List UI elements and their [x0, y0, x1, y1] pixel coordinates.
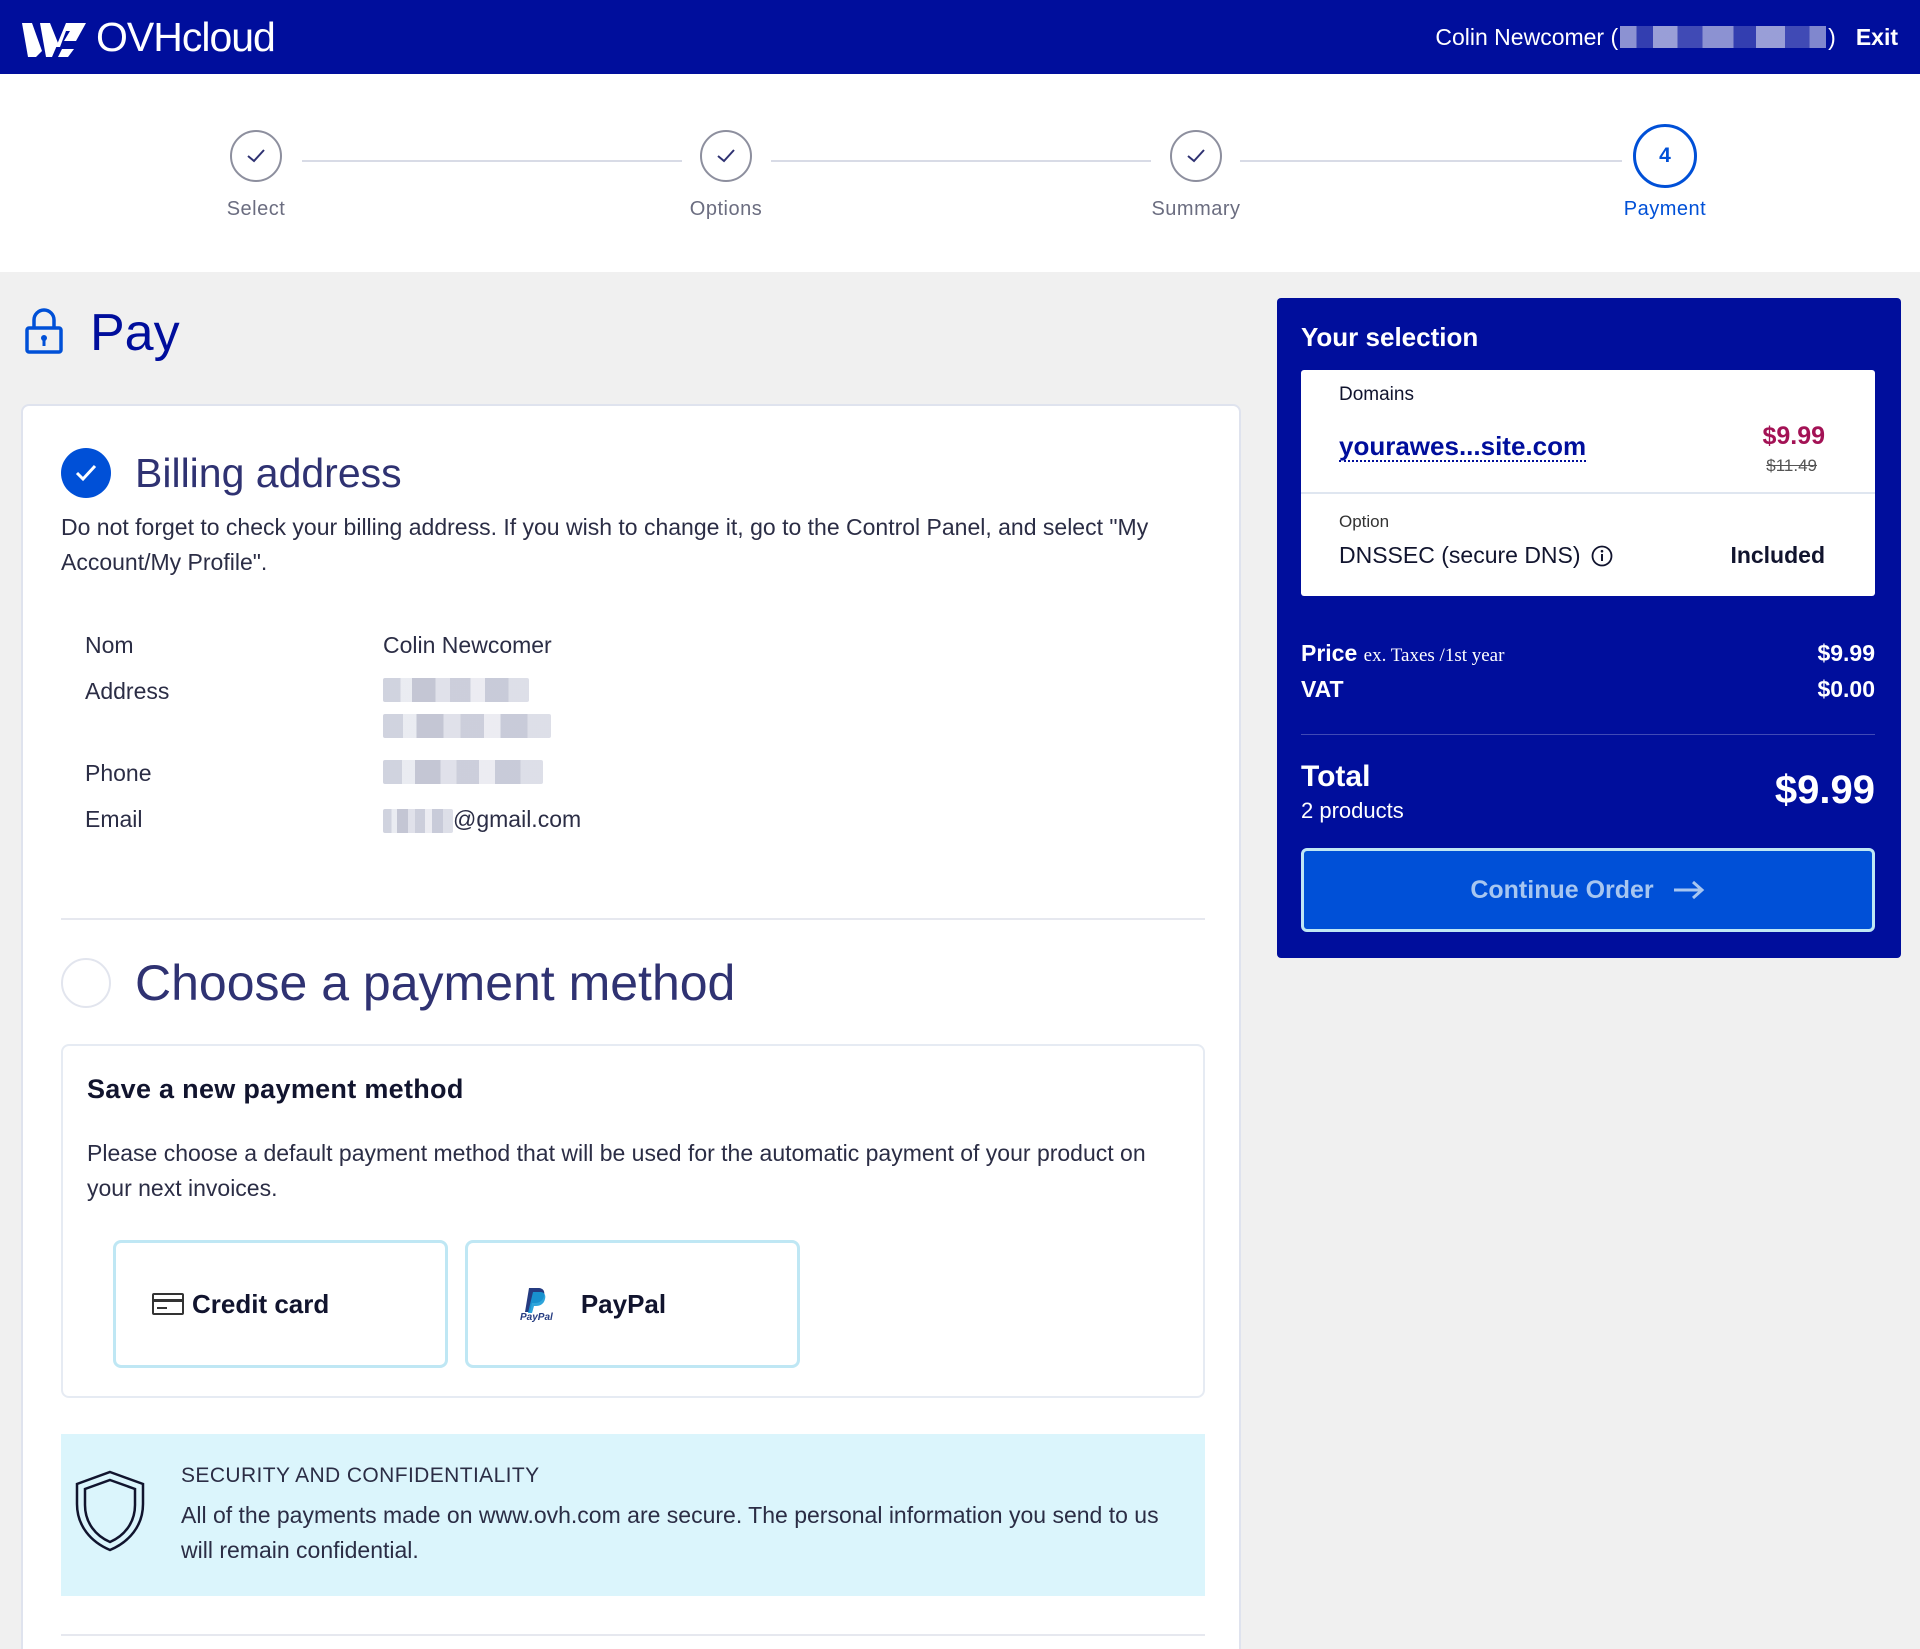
ovhcloud-logo[interactable]: OVHcloud	[22, 14, 275, 61]
option-value: Included	[1730, 542, 1825, 569]
email-domain: @gmail.com	[453, 806, 581, 832]
new-payment-method-box: Save a new payment method Please choose …	[61, 1044, 1205, 1398]
credit-card-icon	[152, 1292, 184, 1316]
section-divider	[61, 918, 1205, 920]
address-row: Address	[85, 678, 581, 760]
name-label: Nom	[85, 632, 383, 678]
phone-row: Phone	[85, 760, 581, 806]
selection-items-card: Domains yourawes...site.com $9.99 $11.49…	[1301, 370, 1875, 596]
phone-label: Phone	[85, 760, 383, 806]
arrow-right-icon	[1672, 879, 1706, 901]
check-icon	[700, 130, 752, 182]
domain-category-label: Domains	[1339, 384, 1414, 406]
radio-circle-icon	[61, 958, 111, 1008]
continue-order-label: Continue Order	[1470, 876, 1653, 905]
step-label: Select	[166, 198, 346, 221]
option-name-row: DNSSEC (secure DNS)	[1339, 542, 1613, 569]
section-divider	[61, 1634, 1205, 1636]
payment-card: Billing address Do not forget to check y…	[21, 404, 1241, 1649]
billing-details: Nom Colin Newcomer Address Phone Email @…	[85, 632, 581, 852]
step-payment: 4 Payment	[1575, 130, 1755, 221]
security-text: All of the payments made on www.ovh.com …	[181, 1498, 1181, 1568]
option-name: DNSSEC (secure DNS)	[1339, 542, 1581, 569]
lock-icon	[24, 308, 64, 359]
user-name-close: )	[1828, 24, 1836, 51]
step-connector	[771, 160, 1151, 162]
check-icon	[1170, 130, 1222, 182]
credit-card-label: Credit card	[192, 1289, 329, 1320]
redacted-address-line	[383, 714, 551, 738]
step-options[interactable]: Options	[636, 130, 816, 221]
price-label: Price	[1301, 640, 1357, 666]
vat-label: VAT	[1301, 676, 1344, 703]
step-connector	[302, 160, 682, 162]
price-label-group: Price ex. Taxes /1st year	[1301, 640, 1504, 667]
user-account: Colin Newcomer ( ) Exit	[1435, 24, 1898, 51]
redacted-address-line	[383, 678, 529, 702]
top-header: OVHcloud Colin Newcomer ( ) Exit	[0, 0, 1920, 74]
card-divider	[1301, 492, 1875, 494]
paypal-logo-text: PayPal	[520, 1312, 553, 1323]
billing-title: Billing address	[135, 450, 402, 497]
step-summary[interactable]: Summary	[1106, 130, 1286, 221]
paypal-option[interactable]: PayPal PayPal	[465, 1240, 800, 1368]
new-payment-method-title: Save a new payment method	[87, 1074, 464, 1105]
new-payment-method-description: Please choose a default payment method t…	[87, 1136, 1167, 1206]
logo-text: OVHcloud	[96, 14, 275, 61]
total-product-count: 2 products	[1301, 798, 1404, 824]
domain-price: $9.99	[1762, 422, 1825, 451]
email-label: Email	[85, 806, 383, 852]
domain-name-link[interactable]: yourawes...site.com	[1339, 432, 1586, 462]
paypal-label: PayPal	[581, 1289, 666, 1320]
address-label: Address	[85, 678, 383, 760]
option-category-label: Option	[1339, 512, 1389, 532]
redacted-phone	[383, 760, 543, 784]
email-value: @gmail.com	[383, 806, 581, 852]
step-label: Summary	[1106, 198, 1286, 221]
email-row: Email @gmail.com	[85, 806, 581, 852]
summary-divider	[1301, 734, 1875, 735]
payment-section-header: Choose a payment method	[61, 954, 735, 1012]
ovh-logo-icon	[22, 17, 88, 57]
total-value: $9.99	[1775, 768, 1875, 813]
check-circle-icon	[61, 448, 111, 498]
price-note: ex. Taxes /1st year	[1364, 645, 1505, 666]
vat-value: $0.00	[1817, 676, 1875, 703]
redacted-account-id	[1620, 26, 1826, 48]
shield-icon	[71, 1468, 149, 1559]
user-name: Colin Newcomer (	[1435, 24, 1618, 51]
price-value: $9.99	[1817, 640, 1875, 667]
page-title: Pay	[24, 303, 180, 363]
selection-title: Your selection	[1301, 322, 1478, 353]
security-title: SECURITY AND CONFIDENTIALITY	[181, 1464, 540, 1488]
step-connector	[1240, 160, 1622, 162]
security-notice: SECURITY AND CONFIDENTIALITY All of the …	[61, 1434, 1205, 1596]
vat-row: VAT $0.00	[1301, 676, 1875, 703]
domain-old-price: $11.49	[1766, 456, 1817, 476]
exit-link[interactable]: Exit	[1856, 24, 1898, 51]
billing-description: Do not forget to check your billing addr…	[61, 510, 1221, 580]
order-summary-panel: Your selection Domains yourawes...site.c…	[1277, 298, 1901, 958]
order-stepper: Select Options Summary 4 Payment	[0, 74, 1920, 272]
paypal-icon: PayPal	[520, 1286, 553, 1323]
step-number: 4	[1633, 124, 1697, 188]
total-label: Total	[1301, 760, 1370, 794]
step-select[interactable]: Select	[166, 130, 346, 221]
info-icon[interactable]	[1591, 545, 1613, 567]
address-value-redacted	[383, 678, 551, 760]
page-title-text: Pay	[90, 303, 180, 363]
continue-order-button[interactable]: Continue Order	[1301, 848, 1875, 932]
step-label: Options	[636, 198, 816, 221]
credit-card-option[interactable]: Credit card	[113, 1240, 448, 1368]
step-label: Payment	[1575, 198, 1755, 221]
redacted-email-user	[383, 809, 453, 833]
name-value: Colin Newcomer	[383, 632, 552, 678]
price-row: Price ex. Taxes /1st year $9.99	[1301, 640, 1875, 667]
payment-method-title: Choose a payment method	[135, 954, 735, 1012]
check-icon	[230, 130, 282, 182]
billing-section-header: Billing address	[61, 448, 402, 498]
name-row: Nom Colin Newcomer	[85, 632, 581, 678]
